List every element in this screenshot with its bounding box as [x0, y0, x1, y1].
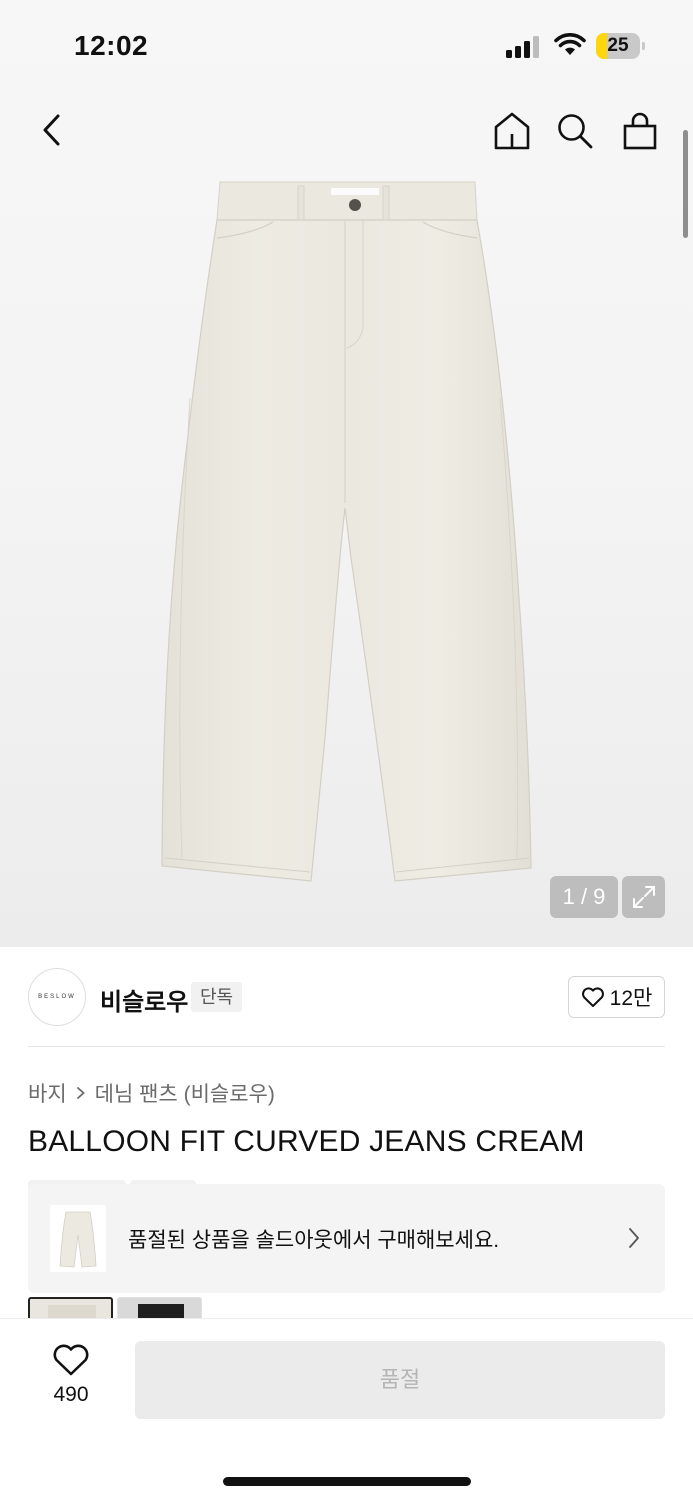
search-icon — [558, 114, 593, 149]
battery-level: 25 — [607, 35, 629, 56]
expand-icon — [632, 886, 655, 908]
cellular-signal-icon — [506, 36, 539, 58]
image-counter: 1 / 9 — [550, 876, 618, 918]
product-title: BALLOON FIT CURVED JEANS CREAM — [28, 1125, 585, 1158]
brand-like-count: 12만 — [609, 987, 653, 1010]
soldout-banner[interactable]: 품절된 상품을 솔드아웃에서 구매해보세요. — [28, 1184, 665, 1293]
shopping-bag-icon — [623, 112, 657, 150]
cart-button[interactable] — [618, 108, 662, 154]
brand-row: BESLOW 비슬로우 단독 12만 — [28, 968, 665, 1026]
product-image[interactable] — [155, 178, 540, 890]
brand-name[interactable]: 비슬로우 — [100, 982, 188, 1017]
breadcrumb: 바지 데님 팬츠 (비슬로우) — [28, 1078, 275, 1108]
divider — [28, 1046, 665, 1047]
color-variants — [28, 1297, 665, 1319]
wishlist-button[interactable]: 490 — [28, 1343, 114, 1423]
wishlist-count: 490 — [53, 1383, 89, 1406]
bottom-action-bar: 490 품절 — [0, 1318, 693, 1500]
heart-icon — [53, 1344, 89, 1376]
wifi-icon — [554, 33, 586, 55]
exclusive-badge: 단독 — [191, 982, 243, 1012]
soldout-banner-text: 품절된 상품을 솔드아웃에서 구매해보세요. — [128, 1229, 500, 1252]
home-icon — [494, 112, 530, 150]
home-indicator[interactable] — [223, 1477, 471, 1486]
search-button[interactable] — [553, 108, 597, 154]
chevron-right-icon — [75, 1085, 87, 1101]
expand-image-button[interactable] — [622, 876, 665, 918]
heart-icon — [581, 987, 604, 1007]
product-gallery[interactable]: 12:02 25 1 / 9 — [0, 0, 693, 947]
home-button[interactable] — [490, 108, 534, 154]
brand-logo[interactable]: BESLOW — [28, 968, 86, 1026]
variant-black[interactable] — [117, 1297, 202, 1319]
brand-like-button[interactable]: 12만 — [568, 976, 665, 1018]
breadcrumb-category[interactable]: 바지 — [28, 1078, 67, 1108]
soldout-purchase-button[interactable]: 품절 — [135, 1341, 665, 1419]
status-time: 12:02 — [74, 30, 149, 61]
battery-indicator: 25 — [596, 33, 646, 59]
banner-product-thumbnail — [50, 1205, 106, 1272]
chevron-right-icon — [629, 1228, 639, 1248]
variant-cream[interactable] — [28, 1297, 113, 1319]
breadcrumb-subcategory[interactable]: 데님 팬츠 (비슬로우) — [95, 1078, 275, 1108]
status-bar: 12:02 25 — [0, 0, 693, 92]
back-button[interactable] — [30, 108, 74, 152]
chevron-left-icon — [43, 114, 60, 146]
scrollbar[interactable] — [683, 130, 688, 238]
brand-logo-text: BESLOW — [38, 994, 76, 1000]
